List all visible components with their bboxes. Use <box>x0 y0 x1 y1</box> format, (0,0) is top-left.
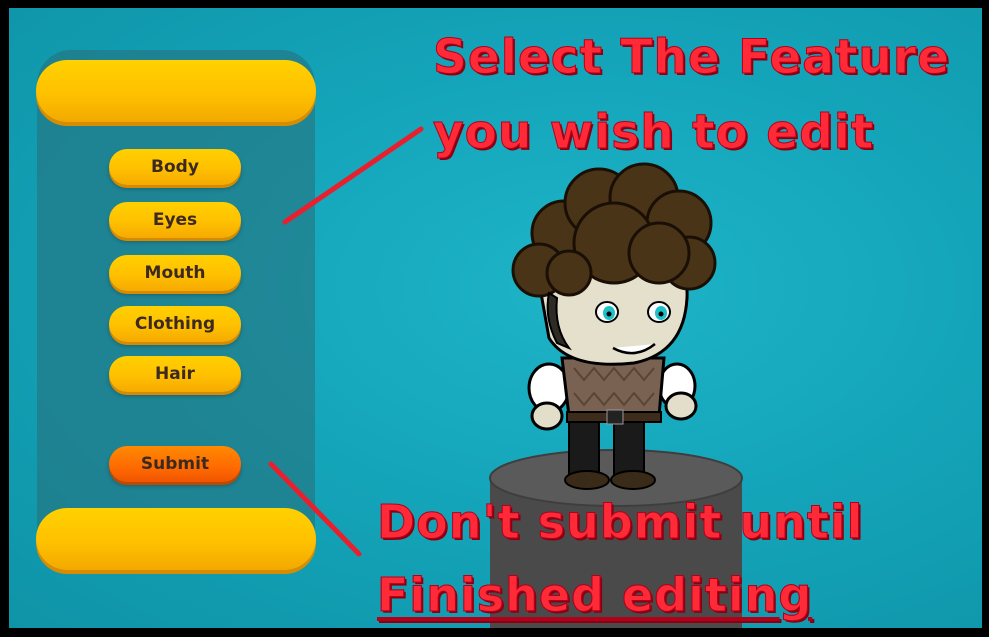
annotation-finished-editing: Finished editing <box>376 568 813 623</box>
annotation-wish-to-edit: you wish to edit <box>432 105 875 161</box>
annotation-select-feature: Select The Feature <box>433 30 950 86</box>
annotation-dont-submit: Don't submit until <box>376 495 864 550</box>
game-scene: Body Eyes Mouth Clothing Hair Submit Sel… <box>9 8 982 628</box>
